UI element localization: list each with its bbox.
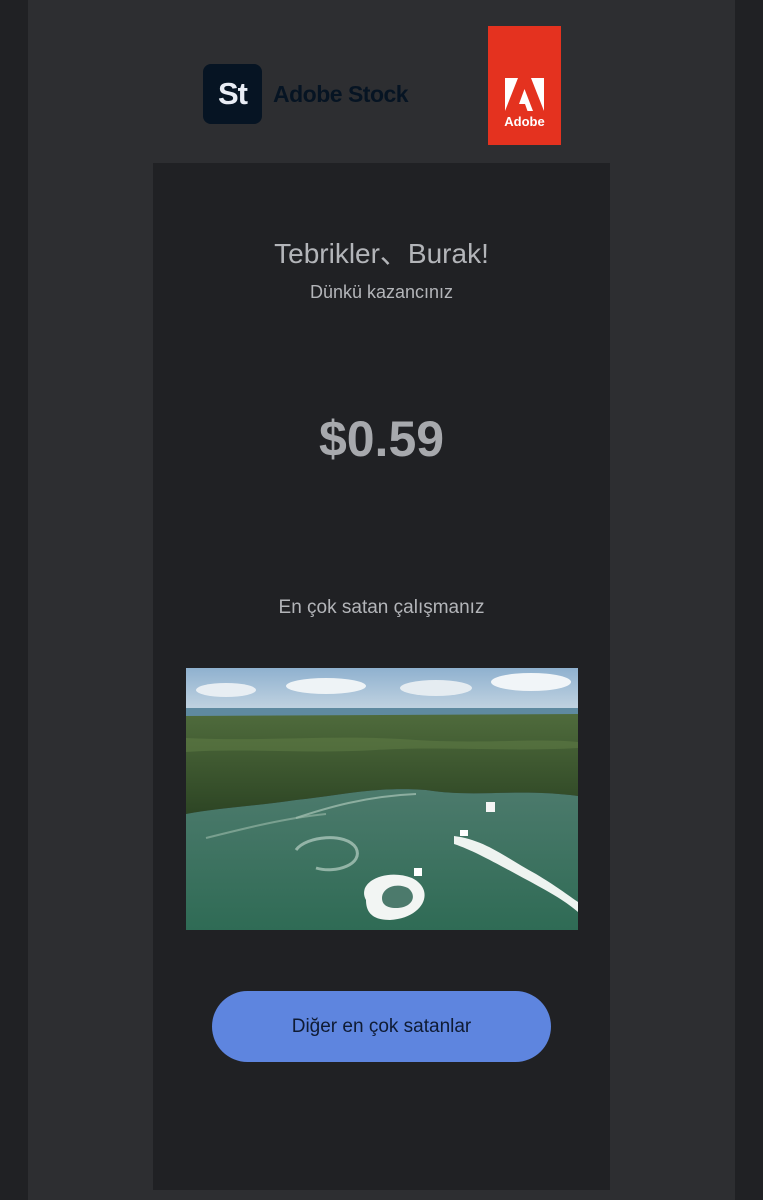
adobe-a-icon	[505, 78, 544, 111]
adobe-stock-logo[interactable]: St Adobe Stock	[203, 64, 409, 124]
earnings-amount: $0.59	[318, 411, 445, 467]
greeting-title: Tebrikler、Burak!	[274, 238, 489, 269]
bestseller-photo[interactable]	[186, 668, 578, 930]
stock-logo-badge: St	[203, 64, 262, 124]
adobe-logo-text: Adobe	[504, 114, 545, 129]
more-bestsellers-button[interactable]: Diğer en çok satanlar	[212, 991, 551, 1062]
earnings-subtitle: Dünkü kazancınız	[309, 282, 454, 302]
stock-logo-text: Adobe Stock	[273, 80, 409, 107]
bestseller-label: En çok satan çalışmanız	[278, 597, 485, 618]
jetski-lagoon-image	[186, 668, 578, 930]
adobe-logo[interactable]: Adobe	[488, 26, 561, 145]
